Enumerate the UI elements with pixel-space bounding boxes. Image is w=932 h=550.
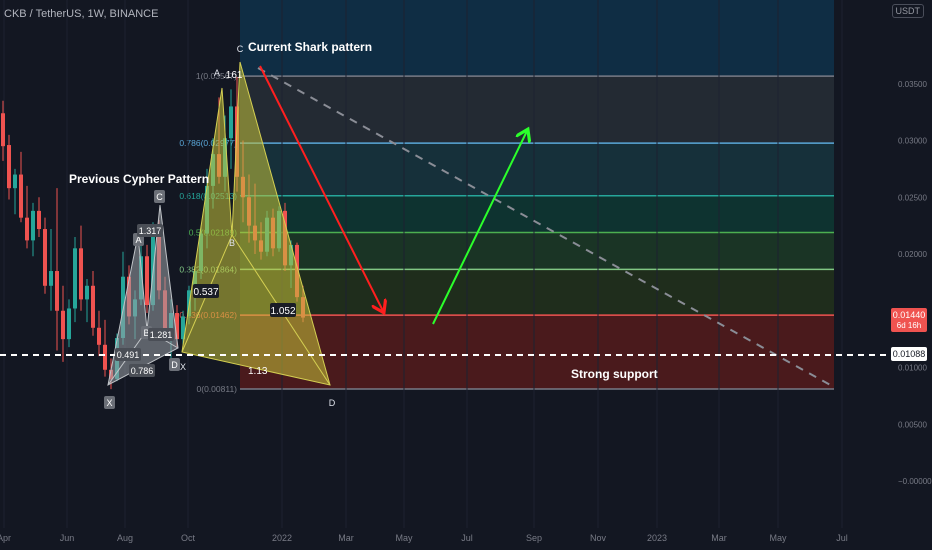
- cypher-ratio-3: 0.786: [131, 366, 154, 376]
- x-tick-label: Oct: [181, 533, 196, 543]
- y-tick-label: 0.01000: [898, 364, 927, 373]
- shark-point-d: D: [329, 398, 336, 408]
- x-tick-label: Nov: [590, 533, 607, 543]
- candle-body: [49, 271, 53, 286]
- x-tick-label: 2023: [647, 533, 667, 543]
- y-tick-label: 0.03000: [898, 137, 927, 146]
- x-tick-label: Jun: [60, 533, 75, 543]
- candle-body: [85, 285, 89, 300]
- x-tick-label: Jul: [461, 533, 473, 543]
- y-tick-label: 0.02000: [898, 250, 927, 259]
- cypher-point-d: D: [171, 360, 178, 370]
- candle-body: [13, 174, 17, 189]
- y-tick-label: 0.03500: [898, 80, 927, 89]
- candle-body: [25, 217, 29, 241]
- cypher-ratio-2: 0.491: [117, 350, 140, 360]
- fib-label-0: 0(0.00811): [197, 384, 238, 394]
- candle-body: [43, 229, 47, 286]
- symbol-title: CKB / TetherUS, 1W, BINANCE: [4, 8, 159, 20]
- shark-point-x: X: [180, 362, 186, 372]
- candle-body: [7, 145, 11, 189]
- cypher-ratio-4: 1.281: [150, 330, 173, 340]
- candle-body: [1, 113, 5, 147]
- x-tick-label: Apr: [0, 533, 11, 543]
- last-price-value: 0.01440: [893, 310, 926, 320]
- candle-body: [79, 248, 83, 300]
- candle-body: [31, 210, 35, 241]
- candle-body: [55, 271, 59, 311]
- candle-body: [91, 285, 95, 328]
- current-pattern-title: Current Shark pattern: [248, 40, 372, 54]
- price-chart[interactable]: 1(0.03567)0.786(0.02977)0.618(0.02513)0.…: [0, 0, 932, 550]
- previous-pattern-title: Previous Cypher Pattern: [69, 172, 209, 186]
- y-tick-label: 0.00500: [898, 420, 927, 429]
- fib-zone-0.786: [240, 143, 834, 196]
- fib-zone-0.382: [240, 269, 834, 316]
- candle-body: [145, 256, 149, 306]
- x-tick-label: Mar: [338, 533, 354, 543]
- fib-zone-top: [240, 0, 834, 77]
- candle-body: [61, 310, 65, 340]
- cypher-point-c: C: [156, 192, 163, 202]
- x-tick-label: May: [769, 533, 787, 543]
- x-tick-label: 2022: [272, 533, 292, 543]
- support-price-value: 0.01088: [893, 349, 926, 359]
- shark-point-b: B: [229, 238, 235, 248]
- fib-zone-1: [240, 76, 834, 144]
- shark-ratio-4: 1.13: [248, 366, 268, 377]
- fib-zone-0.236: [240, 315, 834, 389]
- shark-ratio-3: 1.052: [270, 306, 295, 317]
- last-price-countdown: 6d 16h: [897, 321, 921, 330]
- x-tick-label: Jul: [836, 533, 848, 543]
- candle-body: [37, 210, 41, 230]
- candle-body: [73, 248, 77, 309]
- strong-support-label: Strong support: [571, 367, 658, 381]
- candle-body: [67, 308, 71, 340]
- cypher-point-x: X: [106, 398, 112, 408]
- x-tick-label: Mar: [711, 533, 727, 543]
- x-tick-label: Sep: [526, 533, 542, 543]
- y-tick-label: 0.02500: [898, 193, 927, 202]
- candle-body: [103, 344, 107, 370]
- shark-point-a: A: [214, 68, 220, 78]
- y-tick-label: −0.00000: [898, 477, 932, 486]
- cypher-ratio-1: 1.317: [139, 226, 162, 236]
- candle-body: [19, 174, 23, 218]
- x-tick-label: Aug: [117, 533, 133, 543]
- currency-badge[interactable]: USDT: [891, 4, 924, 18]
- fib-zone-0.618: [240, 195, 834, 233]
- shark-ratio-1: .161: [223, 70, 243, 81]
- shark-ratio-2: 0.537: [193, 287, 218, 298]
- candle-body: [97, 327, 101, 345]
- fib-zone-0.5: [240, 232, 834, 270]
- candle-body: [229, 106, 233, 139]
- shark-point-c: C: [237, 44, 244, 54]
- x-tick-label: May: [395, 533, 413, 543]
